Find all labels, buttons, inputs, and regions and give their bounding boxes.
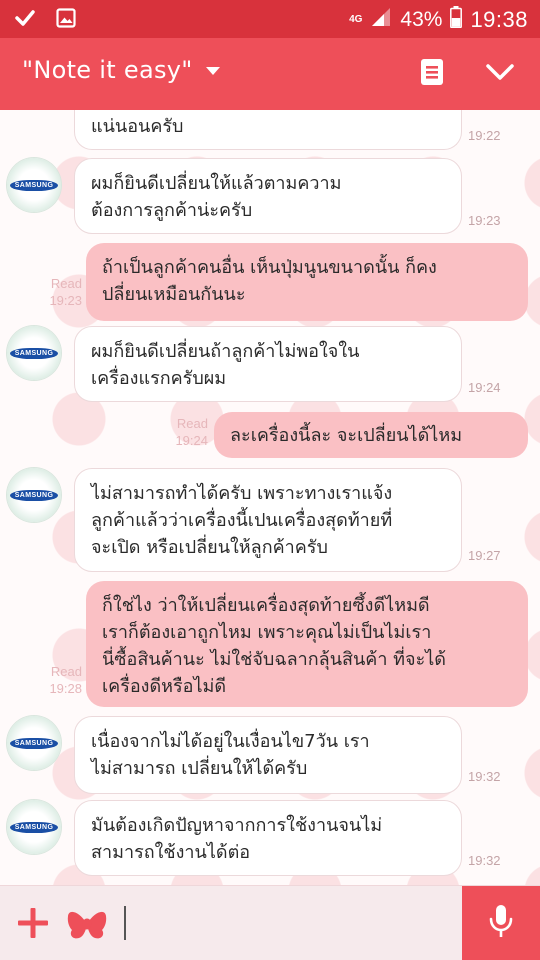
samsung-logo: SAMSUNG bbox=[9, 821, 59, 833]
chat-title: "Note it easy" bbox=[22, 56, 193, 84]
signal-icon bbox=[370, 7, 392, 32]
memo-icon bbox=[420, 58, 444, 90]
avatar[interactable]: SAMSUNG bbox=[7, 468, 61, 522]
battery-percent: 43% bbox=[400, 7, 443, 31]
outgoing-message: ก็ใช่ไง ว่าให้เปลี่ยนเครื่องสุดท้ายซึ้งด… bbox=[86, 581, 528, 707]
chevron-down-icon bbox=[205, 61, 221, 80]
battery-icon bbox=[450, 6, 463, 33]
read-receipt: Read 19:24 bbox=[175, 416, 208, 448]
incoming-message: มันต้องเกิดปัญหาจากการใช้งานจนไม่ สามารถ… bbox=[74, 800, 462, 876]
voice-input-button[interactable] bbox=[462, 886, 540, 960]
collapse-button[interactable] bbox=[482, 56, 518, 92]
read-receipt: Read 19:23 bbox=[49, 276, 82, 308]
plus-icon bbox=[14, 908, 52, 946]
incoming-message: ผมก็ยินดีเปลี่ยนให้แล้วตามความ ต้องการลู… bbox=[74, 158, 462, 234]
add-attachment-button[interactable] bbox=[14, 904, 52, 942]
avatar[interactable]: SAMSUNG bbox=[7, 800, 61, 854]
collapse-icon bbox=[485, 62, 515, 86]
outgoing-message: ถ้าเป็นลูกค้าคนอื่น เห็นปุ่มนูนขนาดนั้น … bbox=[86, 243, 528, 321]
chat-area[interactable]: แน่นอนครับ 19:22 SAMSUNG ผมก็ยินดีเปลี่ย… bbox=[0, 110, 540, 885]
avatar[interactable]: SAMSUNG bbox=[7, 326, 61, 380]
avatar[interactable]: SAMSUNG bbox=[7, 158, 61, 212]
samsung-logo: SAMSUNG bbox=[9, 489, 59, 501]
message-input[interactable] bbox=[118, 902, 448, 942]
mic-icon bbox=[488, 904, 514, 944]
message-time: 19:32 bbox=[468, 769, 501, 784]
avatar[interactable]: SAMSUNG bbox=[7, 716, 61, 770]
incoming-message: ผมก็ยินดีเปลี่ยนถ้าลูกค้าไม่พอใจใน เครื่… bbox=[74, 326, 462, 402]
incoming-message: แน่นอนครับ bbox=[74, 110, 462, 150]
check-icon bbox=[14, 7, 36, 33]
message-time: 19:23 bbox=[468, 213, 501, 228]
message-time: 19:22 bbox=[468, 128, 501, 143]
message-time: 19:24 bbox=[468, 380, 501, 395]
sticker-button[interactable] bbox=[66, 906, 108, 942]
status-bar: 4G 43% 19:38 bbox=[0, 0, 540, 38]
chat-header: "Note it easy" bbox=[0, 38, 540, 110]
memo-button[interactable] bbox=[414, 56, 450, 92]
bow-sticker-icon bbox=[66, 911, 108, 946]
samsung-logo: SAMSUNG bbox=[9, 179, 59, 191]
gallery-icon bbox=[56, 8, 76, 32]
message-input-bar bbox=[0, 885, 540, 960]
message-time: 19:32 bbox=[468, 853, 501, 868]
samsung-logo: SAMSUNG bbox=[9, 737, 59, 749]
network-type: 4G bbox=[349, 13, 363, 25]
chat-title-dropdown[interactable]: "Note it easy" bbox=[22, 56, 221, 84]
clock: 19:38 bbox=[470, 6, 528, 32]
outgoing-message: ละเครื่องนี้ละ จะเปลี่ยนได้ไหม bbox=[214, 412, 528, 458]
message-time: 19:27 bbox=[468, 548, 501, 563]
read-receipt: Read 19:28 bbox=[49, 664, 82, 696]
incoming-message: ไม่สามารถทำได้ครับ เพราะทางเราแจ้ง ลูกค้… bbox=[74, 468, 462, 572]
incoming-message: เนื่องจากไม่ได้อยู่ในเงื่อนไข7วัน เรา ไม… bbox=[74, 716, 462, 794]
samsung-logo: SAMSUNG bbox=[9, 347, 59, 359]
